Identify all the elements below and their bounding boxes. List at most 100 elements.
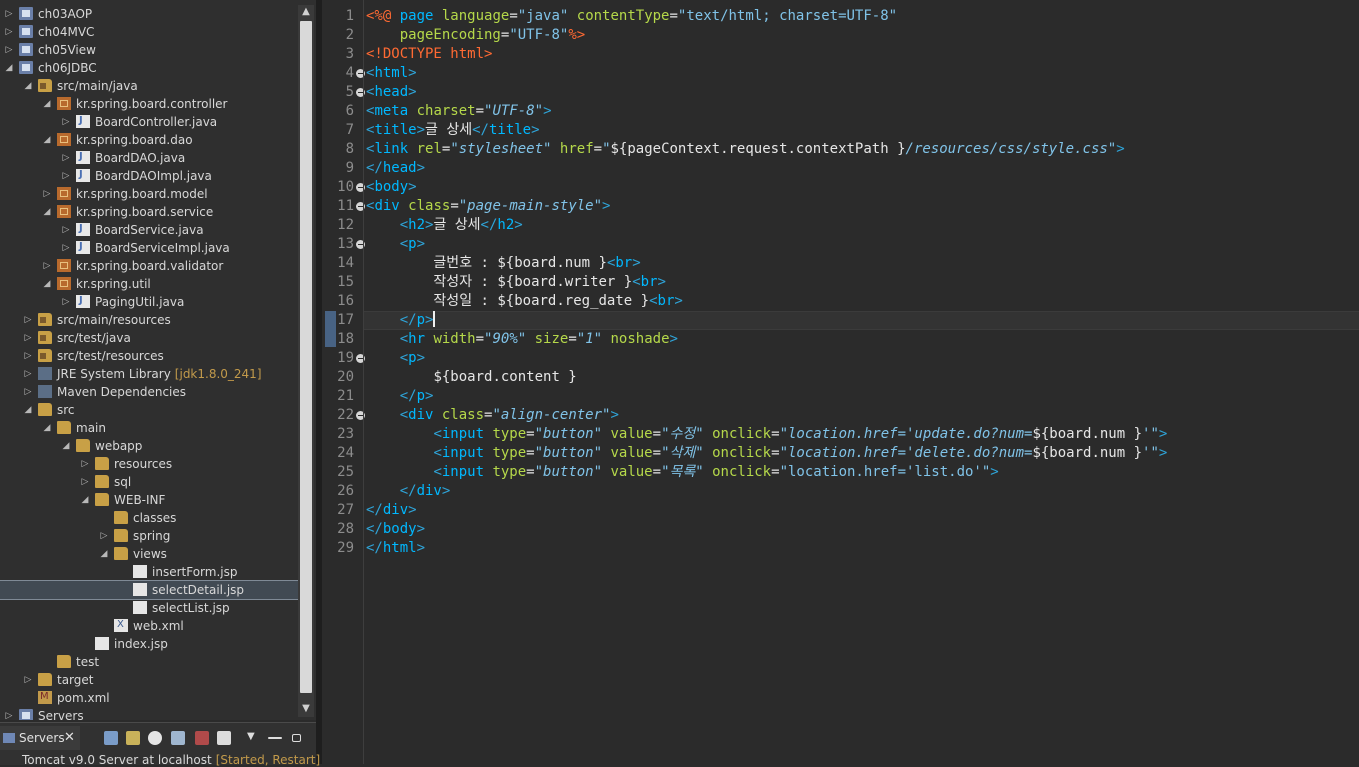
code-line[interactable]: </html> <box>366 539 1167 558</box>
code-line[interactable]: </div> <box>366 482 1167 501</box>
tree-item[interactable]: test <box>0 653 298 671</box>
tree-item[interactable]: ◢ views <box>0 545 298 563</box>
code-line[interactable]: <head> <box>366 83 1167 102</box>
collapsed-arrow-icon[interactable]: ▷ <box>23 329 33 347</box>
tree-item[interactable]: ▷ ch04MVC <box>0 23 298 41</box>
collapsed-arrow-icon[interactable]: ▷ <box>80 473 90 491</box>
tree-item[interactable]: ▷ src/test/java <box>0 329 298 347</box>
collapsed-arrow-icon[interactable]: ▷ <box>4 23 14 41</box>
scroll-up-icon[interactable]: ▲ <box>298 5 314 19</box>
expanded-arrow-icon[interactable]: ◢ <box>80 491 90 509</box>
code-line[interactable]: <input type="button" value="수정" onclick=… <box>366 425 1167 444</box>
collapsed-arrow-icon[interactable]: ▷ <box>61 113 71 131</box>
tree-item[interactable]: ▷ BoardDAO.java <box>0 148 298 167</box>
tree-item[interactable]: ▷ kr.spring.board.model <box>0 185 298 203</box>
collapsed-arrow-icon[interactable]: ▷ <box>42 257 52 275</box>
code-line[interactable]: <meta charset="UTF-8"> <box>366 102 1167 121</box>
expanded-arrow-icon[interactable]: ◢ <box>23 77 33 95</box>
publish-icon[interactable] <box>217 731 231 745</box>
collapsed-arrow-icon[interactable]: ▷ <box>23 347 33 365</box>
code-line[interactable]: <input type="button" value="삭제" onclick=… <box>366 444 1167 463</box>
collapsed-arrow-icon[interactable]: ▷ <box>4 41 14 59</box>
expanded-arrow-icon[interactable]: ◢ <box>99 545 109 563</box>
tree-item[interactable]: ▷ sql <box>0 473 298 491</box>
collapsed-arrow-icon[interactable]: ▷ <box>99 527 109 545</box>
expanded-arrow-icon[interactable]: ◢ <box>4 59 14 77</box>
minimize-icon[interactable] <box>268 737 282 739</box>
code-line[interactable]: <hr width="90%" size="1" noshade> <box>366 330 1167 349</box>
new-server-icon[interactable] <box>104 731 118 745</box>
tree-item[interactable]: selectDetail.jsp <box>0 580 299 600</box>
tree-item[interactable]: ◢ ch06JDBC <box>0 59 298 77</box>
tree-item[interactable]: ▷ Maven Dependencies <box>0 383 298 401</box>
code-line[interactable]: <html> <box>366 64 1167 83</box>
code-line[interactable]: <!DOCTYPE html> <box>366 45 1167 64</box>
expanded-arrow-icon[interactable]: ◢ <box>23 401 33 419</box>
tree-item[interactable]: ◢ kr.spring.board.controller <box>0 95 298 113</box>
collapsed-arrow-icon[interactable]: ▷ <box>61 149 71 167</box>
tree-item[interactable]: ▷ kr.spring.board.validator <box>0 257 298 275</box>
expanded-arrow-icon[interactable]: ◢ <box>42 275 52 293</box>
tree-item[interactable]: ▷ ch03AOP <box>0 5 298 23</box>
expanded-arrow-icon[interactable]: ◢ <box>61 437 71 455</box>
maximize-icon[interactable] <box>292 734 301 742</box>
tree-item[interactable]: classes <box>0 509 298 527</box>
tree-item[interactable]: ▷ PagingUtil.java <box>0 292 298 311</box>
tree-item[interactable]: ▷ src/main/resources <box>0 311 298 329</box>
expanded-arrow-icon[interactable]: ◢ <box>42 95 52 113</box>
profile-icon[interactable] <box>171 731 185 745</box>
expanded-arrow-icon[interactable]: ◢ <box>42 203 52 221</box>
collapsed-arrow-icon[interactable]: ▷ <box>42 185 52 203</box>
code-line[interactable]: <div class="page-main-style"> <box>366 197 1167 216</box>
code-line[interactable]: </p> <box>366 311 1167 330</box>
code-line[interactable]: </head> <box>366 159 1167 178</box>
tree-item[interactable]: ◢ WEB-INF <box>0 491 298 509</box>
code-line[interactable]: <p> <box>366 235 1167 254</box>
tree-item[interactable]: pom.xml <box>0 688 298 707</box>
tree-item[interactable]: ▷ BoardController.java <box>0 112 298 131</box>
tree-item[interactable]: ▷ BoardService.java <box>0 220 298 239</box>
code-line[interactable]: 작성일 : ${board.reg_date }<br> <box>366 292 1167 311</box>
code-line[interactable]: <%@ page language="java" contentType="te… <box>366 7 1167 26</box>
view-menu-icon[interactable]: ▼ <box>247 731 257 745</box>
collapsed-arrow-icon[interactable]: ▷ <box>4 5 14 23</box>
code-line[interactable]: 작성자 : ${board.writer }<br> <box>366 273 1167 292</box>
tree-item[interactable]: ▷ resources <box>0 455 298 473</box>
code-editor[interactable]: 1 2 3 4 5 6 7 8 9 10 11 12 13 14 15 16 17 18 19 20 21 22 23 24 2… <box>322 0 1359 764</box>
code-line[interactable]: ${board.content } <box>366 368 1167 387</box>
collapsed-arrow-icon[interactable]: ▷ <box>61 167 71 185</box>
tree-item[interactable]: ◢ src <box>0 401 298 419</box>
collapsed-arrow-icon[interactable]: ▷ <box>4 707 14 720</box>
tree-item[interactable]: ◢ kr.spring.util <box>0 275 298 293</box>
scroll-down-icon[interactable]: ▼ <box>298 702 314 716</box>
code-line[interactable]: <h2>글 상세</h2> <box>366 216 1167 235</box>
tree-item[interactable]: selectList.jsp <box>0 599 298 617</box>
code-line[interactable]: </p> <box>366 387 1167 406</box>
code-line[interactable]: <input type="button" value="목록" onclick=… <box>366 463 1167 482</box>
tree-item[interactable]: ▷ spring <box>0 527 298 545</box>
code-line[interactable]: </div> <box>366 501 1167 520</box>
tree-item[interactable]: ◢ src/main/java <box>0 77 298 95</box>
collapsed-arrow-icon[interactable]: ▷ <box>61 293 71 311</box>
explorer-scrollbar[interactable]: ▲ ▼ <box>298 5 314 717</box>
close-icon[interactable]: ✕ <box>64 726 75 750</box>
expanded-arrow-icon[interactable]: ◢ <box>42 419 52 437</box>
collapsed-arrow-icon[interactable]: ▷ <box>61 221 71 239</box>
tree-item[interactable]: ▷ BoardDAOImpl.java <box>0 166 298 185</box>
tree-item[interactable]: ◢ webapp <box>0 437 298 455</box>
collapsed-arrow-icon[interactable]: ▷ <box>61 239 71 257</box>
code-line[interactable]: 글번호 : ${board.num }<br> <box>366 254 1167 273</box>
tree-item[interactable]: web.xml <box>0 616 298 635</box>
tree-item[interactable]: insertForm.jsp <box>0 563 298 581</box>
tree-item[interactable]: ▷ JRE System Library [jdk1.8.0_241] <box>0 365 298 383</box>
tree-item[interactable]: ▷ target <box>0 671 298 689</box>
tree-item[interactable]: index.jsp <box>0 635 298 653</box>
tree-item[interactable]: ◢ kr.spring.board.dao <box>0 131 298 149</box>
tree-item[interactable]: ▷ src/test/resources <box>0 347 298 365</box>
debug-icon[interactable] <box>126 731 140 745</box>
code-line[interactable]: pageEncoding="UTF-8"%> <box>366 26 1167 45</box>
code-line[interactable]: <body> <box>366 178 1167 197</box>
expanded-arrow-icon[interactable]: ◢ <box>42 131 52 149</box>
code-line[interactable]: <link rel="stylesheet" href="${pageConte… <box>366 140 1167 159</box>
tree-item[interactable]: ▷ Servers <box>0 707 298 720</box>
